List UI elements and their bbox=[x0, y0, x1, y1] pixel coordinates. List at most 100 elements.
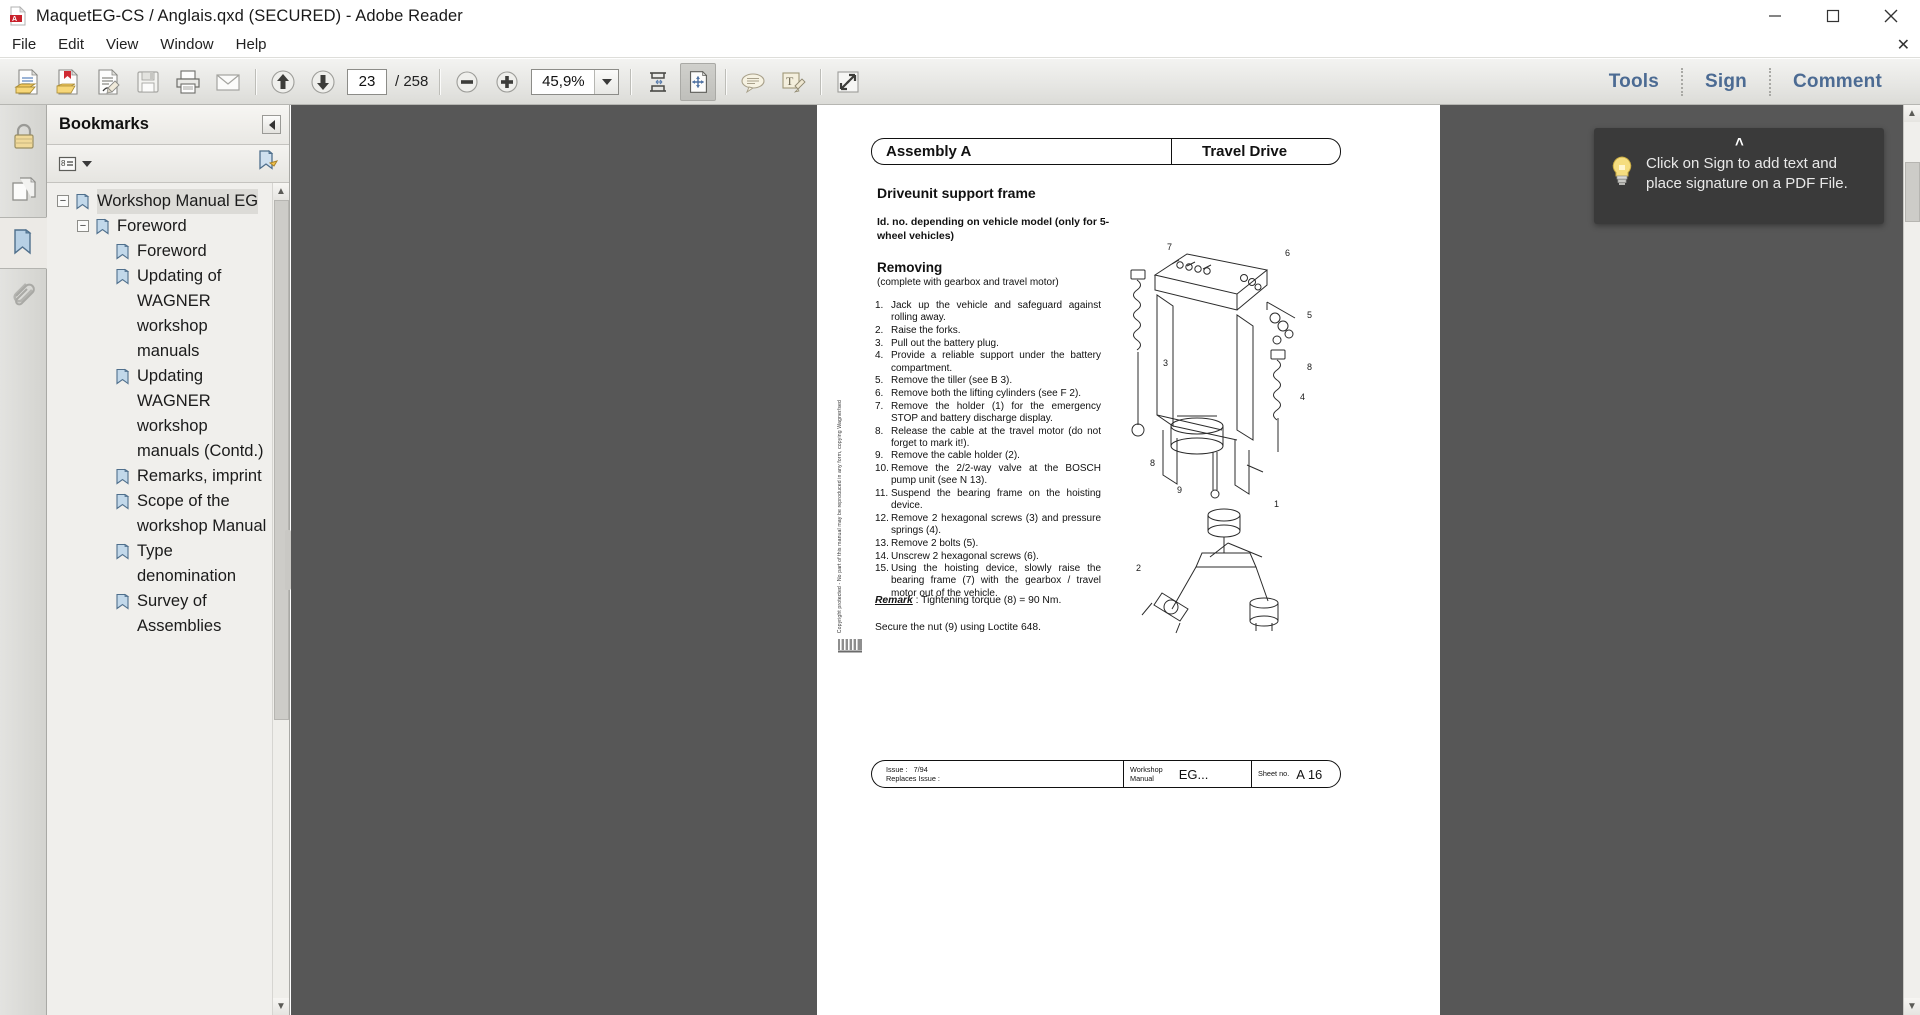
removal-step: 11. Suspend the bearing frame on the hois… bbox=[875, 488, 1101, 512]
sign-tooltip[interactable]: ˄ Click on Sign to add text and place si… bbox=[1594, 128, 1884, 224]
fit-width-icon[interactable] bbox=[640, 63, 676, 101]
bookmark-item-label: Scope of the workshop Manual bbox=[137, 492, 267, 535]
bookmark-item-label: Remarks, imprint bbox=[137, 467, 262, 485]
bookmarks-panel-title: Bookmarks bbox=[59, 115, 149, 133]
bookmark-expand-toggle[interactable]: − bbox=[77, 220, 89, 232]
open-file-icon[interactable] bbox=[10, 63, 46, 101]
minimize-button[interactable] bbox=[1746, 0, 1804, 32]
removal-step: 12. Remove 2 hexagonal screws (3) and pre… bbox=[875, 513, 1101, 537]
page-number-input[interactable]: 23 bbox=[347, 68, 387, 95]
bookmark-item[interactable]: Foreword bbox=[57, 239, 269, 264]
next-page-icon[interactable] bbox=[305, 63, 341, 101]
new-bookmark-icon[interactable] bbox=[256, 149, 280, 178]
removal-step-number: 12. bbox=[875, 512, 889, 524]
security-lock-icon bbox=[11, 122, 37, 157]
removal-step: 2. Raise the forks. bbox=[875, 325, 1101, 337]
highlight-text-icon[interactable]: T bbox=[775, 63, 811, 101]
document-scroll-up-button[interactable]: ▲ bbox=[1903, 105, 1920, 122]
removal-step: 5. Remove the tiller (see B 3). bbox=[875, 375, 1101, 387]
bookmark-expand-toggle[interactable]: − bbox=[57, 195, 69, 207]
fit-page-icon[interactable] bbox=[680, 62, 717, 101]
bookmark-item[interactable]: Scope of the workshop Manual bbox=[57, 489, 269, 539]
bookmarks-scroll-up-button[interactable]: ▲ bbox=[272, 183, 289, 200]
bookmark-item[interactable]: Remarks, imprint bbox=[57, 464, 269, 489]
previous-page-icon[interactable] bbox=[265, 63, 301, 101]
maximize-button[interactable] bbox=[1804, 0, 1862, 32]
save-icon[interactable] bbox=[130, 63, 166, 101]
toolbar-right-group: Tools Sign Comment bbox=[1587, 59, 1920, 105]
menu-item-edit[interactable]: Edit bbox=[48, 34, 94, 55]
bookmark-item-label: Updating of WAGNER workshop manuals bbox=[137, 267, 222, 360]
menu-item-help[interactable]: Help bbox=[226, 34, 277, 55]
bookmark-item[interactable]: Updating of WAGNER workshop manuals bbox=[57, 264, 269, 364]
zoom-dropdown-icon[interactable] bbox=[594, 69, 619, 94]
travel-drive-label: Travel Drive bbox=[1202, 143, 1288, 160]
callout-6: 6 bbox=[1285, 248, 1290, 258]
callout-9: 9 bbox=[1177, 485, 1182, 495]
comment-button[interactable]: Comment bbox=[1771, 71, 1904, 93]
sign-button[interactable]: Sign bbox=[1683, 71, 1769, 93]
bookmark-item[interactable]: Survey of Assemblies bbox=[57, 589, 269, 639]
bookmark-item[interactable]: − Foreword bbox=[57, 214, 269, 239]
bookmark-page-icon bbox=[114, 268, 132, 286]
removal-step: 4. Provide a reliable support under the b… bbox=[875, 350, 1101, 374]
document-scroll-thumb[interactable] bbox=[1904, 162, 1920, 222]
close-document-icon[interactable]: ✕ bbox=[1897, 35, 1910, 55]
title-bar: A MaquetEG-CS / Anglais.qxd (SECURED) - … bbox=[0, 0, 1920, 32]
tools-button[interactable]: Tools bbox=[1587, 71, 1681, 93]
travel-drive-label-box: Travel Drive bbox=[1171, 138, 1341, 165]
document-scroll-down-button[interactable]: ▼ bbox=[1903, 998, 1920, 1015]
callout-4: 4 bbox=[1300, 392, 1305, 402]
main-toolbar: 23 / 258 45,9% T Tools Sign Comment bbox=[0, 59, 1920, 105]
menu-item-view[interactable]: View bbox=[96, 34, 148, 55]
document-viewport[interactable]: Assembly A Travel Drive Driveunit suppor… bbox=[291, 105, 1903, 1015]
collapse-panel-icon[interactable] bbox=[262, 115, 281, 134]
bookmark-item[interactable]: Type denomination bbox=[57, 539, 269, 589]
create-pdf-icon[interactable] bbox=[50, 63, 86, 101]
bookmark-options-button[interactable]: 8 bbox=[58, 154, 92, 174]
document-scrollbar[interactable]: ▲ ▼ bbox=[1903, 105, 1920, 1015]
removal-step-number: 2. bbox=[875, 324, 884, 336]
menu-item-window[interactable]: Window bbox=[150, 34, 223, 55]
removal-step: 10. Remove the 2/2-way valve at the BOSCH… bbox=[875, 463, 1101, 487]
rail-item-security[interactable] bbox=[0, 113, 47, 165]
bookmarks-scroll-down-button[interactable]: ▼ bbox=[272, 998, 289, 1015]
sign-document-icon[interactable] bbox=[90, 63, 126, 101]
vertical-copyright-text: Copyright protected - No part of this ma… bbox=[837, 400, 843, 634]
print-icon[interactable] bbox=[170, 63, 206, 101]
full-screen-icon[interactable] bbox=[830, 63, 866, 101]
callout-3: 3 bbox=[1163, 358, 1168, 368]
wagner-logo bbox=[837, 633, 863, 659]
close-button[interactable] bbox=[1862, 0, 1920, 32]
bookmarks-tree[interactable]: − Workshop Manual EG − Foreword Foreword Upda… bbox=[47, 183, 289, 1015]
manual-code-value: EG... bbox=[1178, 766, 1209, 782]
zoom-in-icon[interactable] bbox=[489, 63, 525, 101]
rail-item-attachments[interactable] bbox=[0, 269, 47, 321]
callout-2: 2 bbox=[1136, 563, 1141, 573]
bookmark-page-icon bbox=[114, 593, 132, 611]
remark-text: : Tightening torque (8) = 90 Nm. bbox=[912, 595, 1062, 606]
callout-1: 1 bbox=[1274, 499, 1279, 509]
bookmarks-toolbar: 8 bbox=[47, 145, 289, 183]
workshop-manual-box: Workshop Manual EG... bbox=[1123, 760, 1251, 788]
removal-step-text: Pull out the battery plug. bbox=[891, 337, 999, 349]
bookmarks-scrollbar[interactable]: ▲ ▼ bbox=[272, 183, 289, 1015]
zoom-level-combobox[interactable]: 45,9% bbox=[531, 68, 620, 95]
rail-item-bookmarks[interactable] bbox=[0, 217, 47, 269]
menu-item-file[interactable]: File bbox=[2, 34, 46, 55]
rail-item-page-thumbnails[interactable] bbox=[0, 165, 47, 217]
secure-nut-line: Secure the nut (9) using Loctite 648. bbox=[875, 622, 1041, 633]
zoom-out-icon[interactable] bbox=[449, 63, 485, 101]
removal-step: 1. Jack up the vehicle and safeguard agai… bbox=[875, 300, 1101, 324]
page-thumbnails-icon bbox=[10, 175, 38, 208]
lightbulb-icon bbox=[1608, 154, 1638, 191]
bookmarks-scroll-thumb[interactable] bbox=[273, 200, 289, 720]
bookmark-item[interactable]: Updating WAGNER workshop manuals (Contd.… bbox=[57, 364, 269, 464]
removal-step-text: Remove the 2/2-way valve at the BOSCH pu… bbox=[891, 463, 1101, 487]
email-icon[interactable] bbox=[210, 63, 246, 101]
bookmark-item[interactable]: − Workshop Manual EG bbox=[57, 189, 269, 214]
bookmark-page-icon bbox=[114, 543, 132, 561]
comment-balloon-icon[interactable] bbox=[735, 63, 771, 101]
sheet-no-box: Sheet no. A 16 bbox=[1251, 760, 1341, 788]
page-total-label: / 258 bbox=[395, 73, 429, 90]
